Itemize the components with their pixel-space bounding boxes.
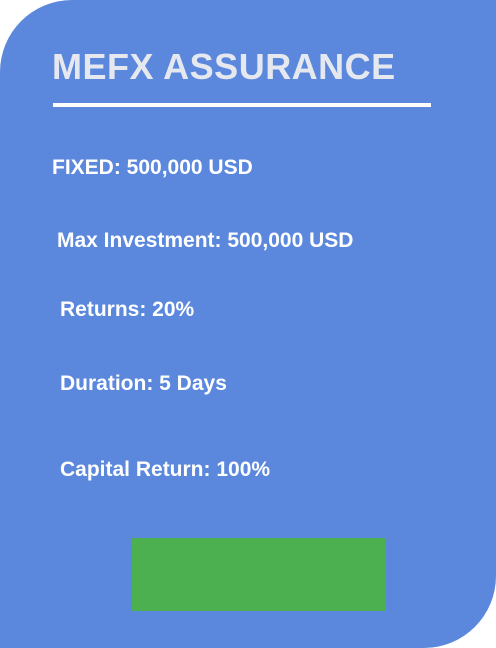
returns: Returns: 20% xyxy=(60,298,195,321)
title-underline xyxy=(53,103,431,107)
fixed-amount: FIXED: 500,000 USD xyxy=(52,156,253,179)
capital-return: Capital Return: 100% xyxy=(60,458,271,481)
duration: Duration: 5 Days xyxy=(60,372,227,395)
investment-plan-card: MEFX ASSURANCE FIXED: 500,000 USD Max In… xyxy=(0,0,496,648)
invest-button[interactable] xyxy=(132,538,386,611)
plan-title: MEFX ASSURANCE xyxy=(52,46,396,87)
max-investment: Max Investment: 500,000 USD xyxy=(57,229,354,252)
